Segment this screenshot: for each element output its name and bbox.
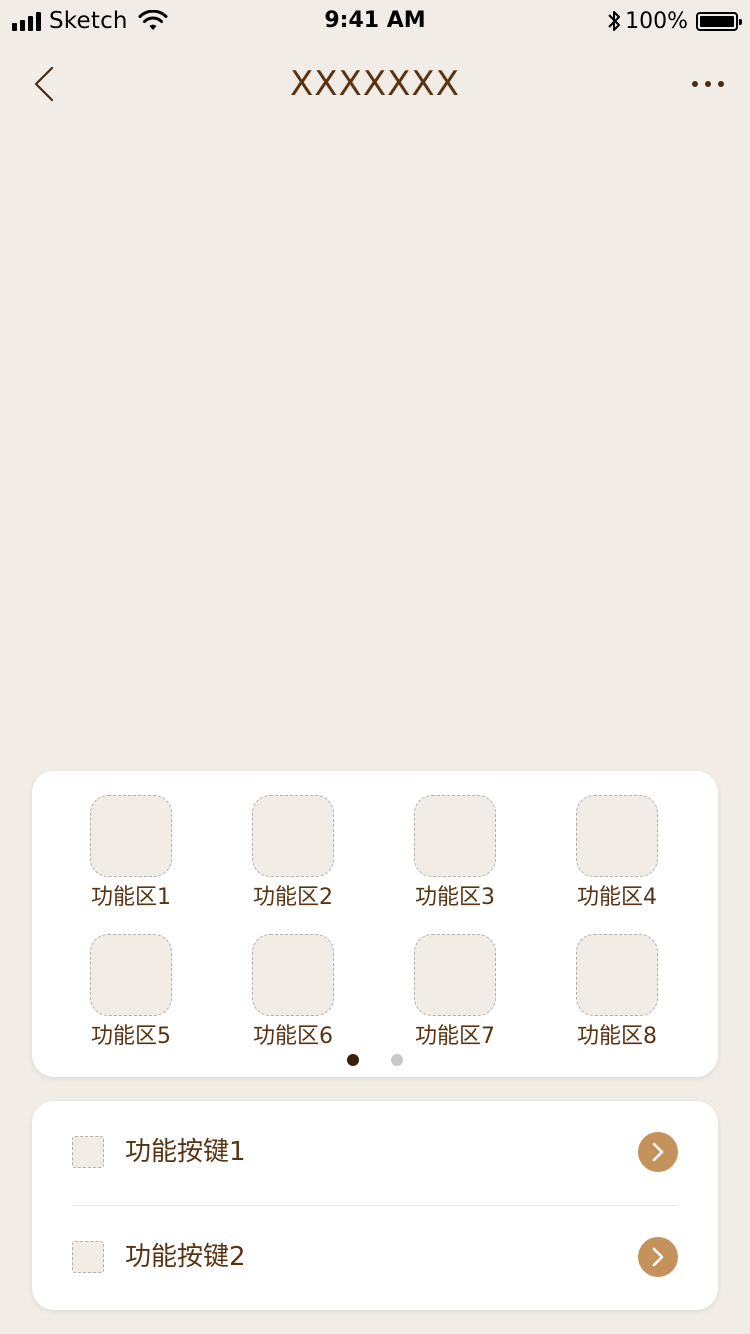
function-label: 功能区7 [415,1024,495,1049]
function-buttons-card: 功能按键1 功能按键2 [32,1101,718,1310]
function-label: 功能区2 [253,885,333,910]
function-placeholder-icon [252,934,334,1016]
button-placeholder-icon [72,1241,104,1273]
function-item-7[interactable]: 功能区7 [390,934,520,1074]
nav-bar: XXXXXXX [0,40,750,128]
page-dot-active[interactable] [347,1054,359,1066]
function-item-3[interactable]: 功能区3 [390,795,520,935]
page-indicator [32,1054,718,1066]
function-button-label: 功能按键2 [125,1242,246,1272]
function-button-label: 功能按键1 [125,1137,246,1167]
function-label: 功能区1 [91,885,171,910]
function-placeholder-icon [90,934,172,1016]
function-grid-card: 功能区1 功能区2 功能区3 功能区4 功能区5 功能区6 功能区7 功能区8 [32,771,718,1077]
more-button[interactable] [686,66,730,102]
function-label: 功能区3 [415,885,495,910]
function-item-6[interactable]: 功能区6 [228,934,358,1074]
function-button-row-2[interactable]: 功能按键2 [32,1206,718,1310]
battery-percent: 100% [625,8,688,34]
function-label: 功能区4 [577,885,657,910]
function-item-1[interactable]: 功能区1 [66,795,196,935]
function-item-4[interactable]: 功能区4 [552,795,682,935]
arrow-button[interactable] [638,1237,678,1277]
function-item-8[interactable]: 功能区8 [552,934,682,1074]
status-bar: Sketch 9:41 AM 100% [0,0,750,40]
button-placeholder-icon [72,1136,104,1168]
chevron-right-icon [652,1142,664,1162]
status-bar-right: 100% [607,6,742,36]
bluetooth-icon [608,11,621,31]
battery-icon [696,11,742,31]
function-label: 功能区8 [577,1024,657,1049]
function-placeholder-icon [414,934,496,1016]
chevron-right-icon [652,1247,664,1267]
function-item-2[interactable]: 功能区2 [228,795,358,935]
arrow-button[interactable] [638,1132,678,1172]
function-placeholder-icon [90,795,172,877]
page-dot-inactive[interactable] [391,1054,403,1066]
function-label: 功能区6 [253,1024,333,1049]
function-button-row-1[interactable]: 功能按键1 [32,1101,718,1205]
page-title: XXXXXXX [289,64,461,104]
function-placeholder-icon [414,795,496,877]
more-dots-icon [692,81,724,87]
function-label: 功能区5 [91,1024,171,1049]
function-placeholder-icon [252,795,334,877]
function-placeholder-icon [576,795,658,877]
function-item-5[interactable]: 功能区5 [66,934,196,1074]
function-placeholder-icon [576,934,658,1016]
